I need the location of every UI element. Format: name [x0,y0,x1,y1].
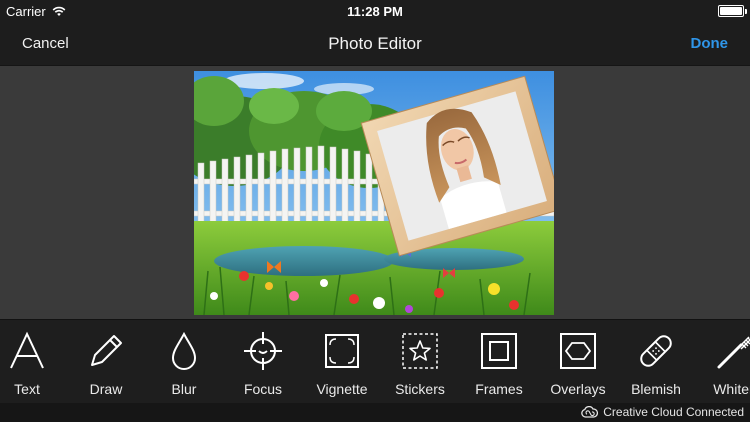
text-icon [10,331,44,369]
star-sticker-icon [402,333,438,369]
tool-blur[interactable]: Blur [145,320,223,403]
done-button[interactable]: Done [691,35,729,52]
footer-bar: Creative Cloud Connected [0,403,750,422]
tool-frames[interactable]: Frames [460,320,538,403]
status-time: 11:28 PM [347,4,403,19]
tool-whiten[interactable]: Whiten [696,320,750,403]
battery-icon [718,5,747,17]
pencil-icon [91,335,122,366]
page-title: Photo Editor [328,34,422,53]
editor-canvas [0,66,750,319]
tool-overlays[interactable]: Overlays [539,320,617,403]
vignette-icon [325,334,359,368]
droplet-icon [171,331,197,370]
crosshair-icon [244,332,282,370]
creative-cloud-label: Creative Cloud Connected [603,405,744,419]
nav-bar: Cancel Photo Editor Done [0,22,750,66]
toothbrush-icon [717,336,750,369]
frame-icon [481,333,517,369]
hexagon-icon [560,333,596,369]
creative-cloud-status: Creative Cloud Connected [581,405,744,419]
tool-vignette[interactable]: Vignette [303,320,381,403]
status-bar: Carrier 11:28 PM [0,0,750,22]
photo-image [194,71,554,315]
tool-blemish[interactable]: Blemish [617,320,695,403]
tool-strip[interactable]: Text Draw Blur Focus Vignette Stickers F… [0,319,750,403]
bandage-icon [640,335,672,367]
photo-preview[interactable] [194,71,554,315]
tool-focus[interactable]: Focus [224,320,302,403]
tool-stickers[interactable]: Stickers [381,320,459,403]
creative-cloud-icon [581,406,599,418]
tool-label: Whiten [713,381,750,397]
tool-draw[interactable]: Draw [67,320,145,403]
